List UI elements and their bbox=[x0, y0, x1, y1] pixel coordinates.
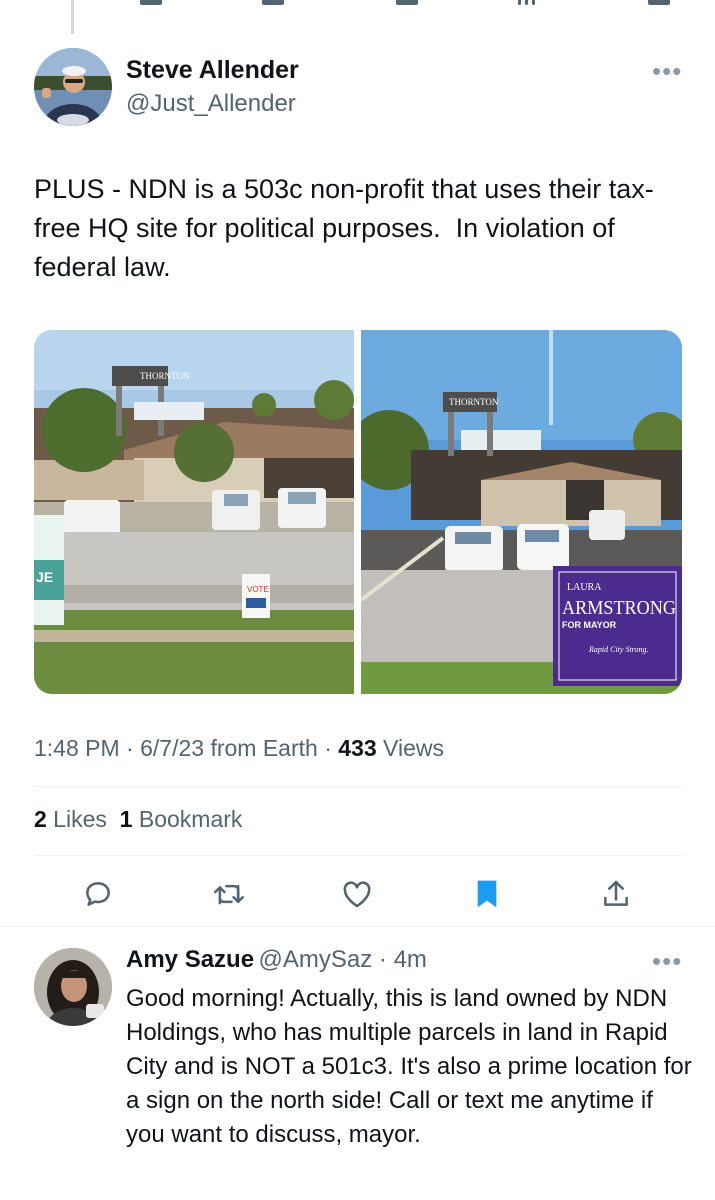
tweet-stats: 2 Likes 1 Bookmark bbox=[34, 806, 242, 833]
bookmarks-label: Bookmark bbox=[132, 806, 243, 832]
prev-retweet-icon[interactable] bbox=[258, 0, 288, 6]
sign-last-name: ARMSTRONG bbox=[562, 597, 676, 619]
sign-first-name: LAURA bbox=[567, 582, 602, 593]
reply-author-name[interactable]: Amy Sazue bbox=[126, 946, 254, 973]
bookmarks-stat[interactable]: 1 Bookmark bbox=[120, 806, 243, 832]
reply-time[interactable]: 4m bbox=[394, 946, 427, 973]
sign-office: FOR MAYOR bbox=[562, 620, 617, 630]
reply-more-options-icon[interactable]: ••• bbox=[652, 948, 682, 974]
reply-author-avatar[interactable] bbox=[34, 948, 112, 1026]
retweet-icon[interactable] bbox=[209, 874, 249, 914]
meta-separator: · bbox=[317, 735, 339, 761]
prev-reply-icon[interactable] bbox=[136, 0, 166, 6]
photo1-vote-sign-text: VOTE bbox=[247, 585, 269, 594]
svg-text:JE: JE bbox=[36, 569, 53, 585]
likes-count: 2 bbox=[34, 806, 47, 832]
tweet-meta: 1:48 PM · 6/7/23 from Earth · 433 Views bbox=[34, 735, 444, 762]
more-options-icon[interactable]: ••• bbox=[652, 58, 682, 84]
heart-icon[interactable] bbox=[337, 874, 377, 914]
photo2-sign-text: THORNTON bbox=[449, 397, 499, 407]
reply-separator: · bbox=[372, 946, 394, 973]
likes-label: Likes bbox=[46, 806, 107, 832]
meta-separator: · bbox=[119, 735, 141, 761]
bookmarks-count: 1 bbox=[119, 806, 133, 832]
section-divider bbox=[0, 926, 715, 927]
tweet-photo-2[interactable]: THORNTON LAURA ARMSTRONG FOR MAYOR Rapid… bbox=[361, 330, 682, 694]
author-name[interactable]: Steve Allender bbox=[126, 56, 299, 85]
bookmark-icon[interactable] bbox=[467, 874, 507, 914]
views-label: Views bbox=[376, 735, 444, 761]
tweet-text: PLUS - NDN is a 503c non-profit that use… bbox=[34, 174, 654, 282]
reply-icon[interactable] bbox=[78, 874, 118, 914]
prev-views-icon[interactable] bbox=[514, 0, 544, 6]
divider bbox=[34, 786, 682, 787]
author-handle[interactable]: @Just_Allender bbox=[126, 90, 296, 118]
author-avatar[interactable] bbox=[34, 48, 112, 126]
sign-slogan: Rapid City Strong. bbox=[588, 645, 648, 654]
views-count: 433 bbox=[338, 735, 377, 761]
share-icon[interactable] bbox=[596, 874, 636, 914]
prev-like-icon[interactable] bbox=[392, 0, 422, 6]
tweet-date[interactable]: 6/7/23 bbox=[140, 735, 204, 761]
prev-share-icon[interactable] bbox=[644, 0, 674, 6]
photo1-sign-text: THORNTON bbox=[140, 371, 190, 381]
likes-stat[interactable]: 2 Likes bbox=[34, 806, 107, 832]
divider bbox=[34, 855, 682, 856]
reply-author-handle[interactable]: @AmySaz bbox=[259, 946, 373, 973]
reply-header: Amy Sazue @AmySaz · 4m bbox=[126, 946, 427, 974]
thread-connector bbox=[71, 0, 74, 34]
tweet-source: from Earth bbox=[204, 735, 318, 761]
tweet-photo-1[interactable]: THORNTON JE VOTE bbox=[34, 330, 354, 694]
tweet-time[interactable]: 1:48 PM bbox=[34, 735, 120, 761]
reply-text: Good morning! Actually, this is land own… bbox=[126, 985, 699, 1148]
